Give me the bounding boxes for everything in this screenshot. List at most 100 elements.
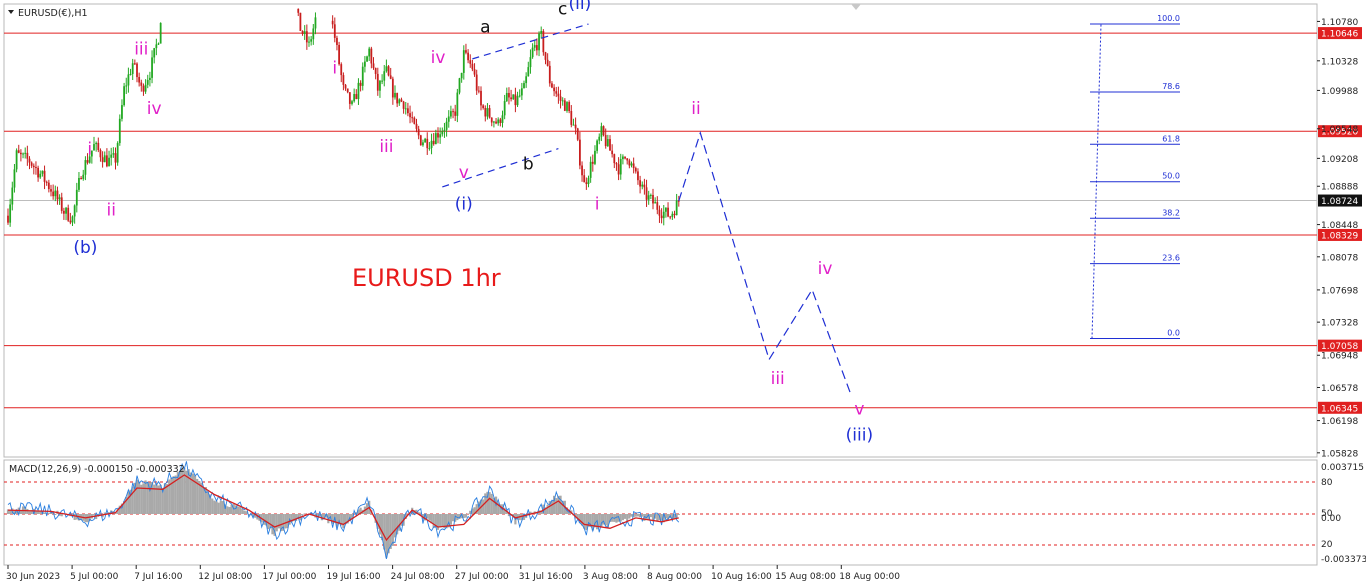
candle-body bbox=[477, 90, 480, 92]
candle-body bbox=[538, 33, 540, 51]
chevron-down-icon[interactable] bbox=[8, 10, 14, 14]
candle-body bbox=[503, 101, 506, 116]
candle-body bbox=[628, 160, 631, 166]
fib-level-label: 61.8 bbox=[1162, 134, 1180, 143]
candle-body bbox=[24, 152, 27, 154]
price-axis-label: 1.07328 bbox=[1321, 319, 1358, 329]
candle-body bbox=[338, 44, 340, 65]
candle-body bbox=[486, 108, 489, 117]
candle-body bbox=[7, 215, 9, 223]
candle-body bbox=[523, 83, 525, 89]
candle-body bbox=[546, 59, 549, 66]
scroll-marker-icon[interactable] bbox=[851, 4, 861, 10]
candle-body bbox=[647, 195, 650, 200]
macd-axis-label-zero: 0.00 bbox=[1321, 514, 1341, 524]
candle-body bbox=[351, 101, 353, 104]
price-axis-label: 1.05828 bbox=[1321, 449, 1358, 459]
candle-body bbox=[63, 210, 65, 214]
candle-body bbox=[106, 155, 108, 167]
candle-body bbox=[394, 92, 396, 98]
candle-body bbox=[84, 160, 87, 175]
candle-body bbox=[301, 30, 304, 34]
candle-body bbox=[460, 72, 463, 79]
candle-body bbox=[342, 75, 345, 85]
candle-body bbox=[346, 88, 349, 93]
candle-body bbox=[456, 92, 459, 116]
candle-body bbox=[370, 48, 373, 64]
candle-body bbox=[13, 169, 16, 188]
candle-body bbox=[389, 75, 392, 79]
candle-body bbox=[9, 204, 12, 223]
candle-body bbox=[654, 202, 657, 204]
candle-body bbox=[47, 182, 50, 190]
candle-body bbox=[336, 37, 338, 45]
candle-body bbox=[348, 92, 351, 104]
candle-body bbox=[409, 113, 411, 118]
candle-body bbox=[544, 52, 547, 60]
candle-body bbox=[437, 133, 439, 138]
wave-label: (iii) bbox=[846, 425, 873, 445]
candle-body bbox=[619, 159, 622, 175]
fib-level-label: 0.0 bbox=[1167, 329, 1180, 338]
candle-body bbox=[398, 99, 401, 104]
candle-body bbox=[602, 126, 605, 136]
candle-body bbox=[383, 71, 386, 81]
fib-level-label: 100.0 bbox=[1157, 14, 1180, 23]
wave-label: i bbox=[332, 59, 337, 79]
candle-body bbox=[568, 102, 571, 112]
candle-body bbox=[305, 31, 308, 43]
candle-body bbox=[140, 82, 143, 86]
candle-body bbox=[28, 158, 31, 163]
candle-body bbox=[529, 57, 532, 68]
candle-body bbox=[353, 94, 356, 102]
candle-body bbox=[413, 117, 416, 124]
candle-body bbox=[499, 119, 502, 123]
wave-label: (i) bbox=[455, 195, 473, 215]
candle-body bbox=[404, 108, 407, 110]
fib-level-label: 38.2 bbox=[1162, 208, 1180, 217]
candle-body bbox=[30, 162, 33, 166]
candle-body bbox=[548, 65, 551, 84]
candle-body bbox=[407, 108, 409, 114]
time-axis[interactable]: 30 Jun 2023 5 Jul 00:00 7 Jul 16:00 12 Jul … bbox=[6, 565, 900, 582]
price-axis-label: 1.09208 bbox=[1321, 155, 1358, 165]
candle-body bbox=[611, 150, 614, 155]
candle-body bbox=[110, 154, 113, 158]
candle-body bbox=[617, 164, 620, 175]
candle-body bbox=[60, 197, 63, 211]
candle-body bbox=[153, 48, 156, 58]
trading-chart[interactable]: 1.106461.095201.083291.070581.063451.087… bbox=[0, 0, 1366, 588]
price-axis-label: 1.10780 bbox=[1321, 18, 1358, 28]
fib-level-label: 23.6 bbox=[1162, 254, 1180, 263]
candle-body bbox=[146, 79, 149, 85]
candle-body bbox=[357, 82, 360, 100]
wave-label: i bbox=[87, 140, 92, 160]
time-axis-label: 8 Aug 00:00 bbox=[647, 572, 702, 582]
candle-body bbox=[443, 129, 446, 132]
time-axis-label: 5 Jul 00:00 bbox=[70, 572, 119, 582]
symbol-title: EURUSD(€),H1 bbox=[18, 8, 88, 19]
fibonacci-retracement[interactable]: 100.0 78.6 61.8 50.0 38.2 23.6 0.0 bbox=[1090, 14, 1180, 340]
candle-body bbox=[572, 124, 575, 126]
candle-body bbox=[17, 150, 20, 153]
candle-body bbox=[400, 99, 403, 102]
candle-body bbox=[99, 150, 102, 158]
macd-axis-label-80: 80 bbox=[1321, 478, 1333, 488]
candle-body bbox=[557, 93, 560, 97]
wave-label: iv bbox=[431, 48, 446, 68]
time-axis-label: 17 Jul 00:00 bbox=[262, 572, 316, 582]
candle-body bbox=[570, 111, 573, 125]
symbol-header[interactable]: EURUSD(€),H1 bbox=[8, 8, 88, 19]
time-axis-label: 27 Jul 00:00 bbox=[455, 572, 509, 582]
candle-body bbox=[469, 60, 472, 64]
time-axis-label: 15 Aug 08:00 bbox=[775, 572, 836, 582]
macd-axis: 0.003715 80 50 0.00 20 -0.003373 bbox=[1321, 463, 1366, 565]
candle-body bbox=[525, 76, 528, 84]
level-price-label: 1.07058 bbox=[1321, 342, 1358, 352]
level-price-label: 1.10646 bbox=[1321, 30, 1358, 40]
candle-body bbox=[473, 69, 476, 75]
candle-body bbox=[475, 74, 478, 91]
candle-body bbox=[497, 119, 500, 124]
candle-body bbox=[669, 216, 672, 218]
candle-body bbox=[512, 94, 515, 100]
